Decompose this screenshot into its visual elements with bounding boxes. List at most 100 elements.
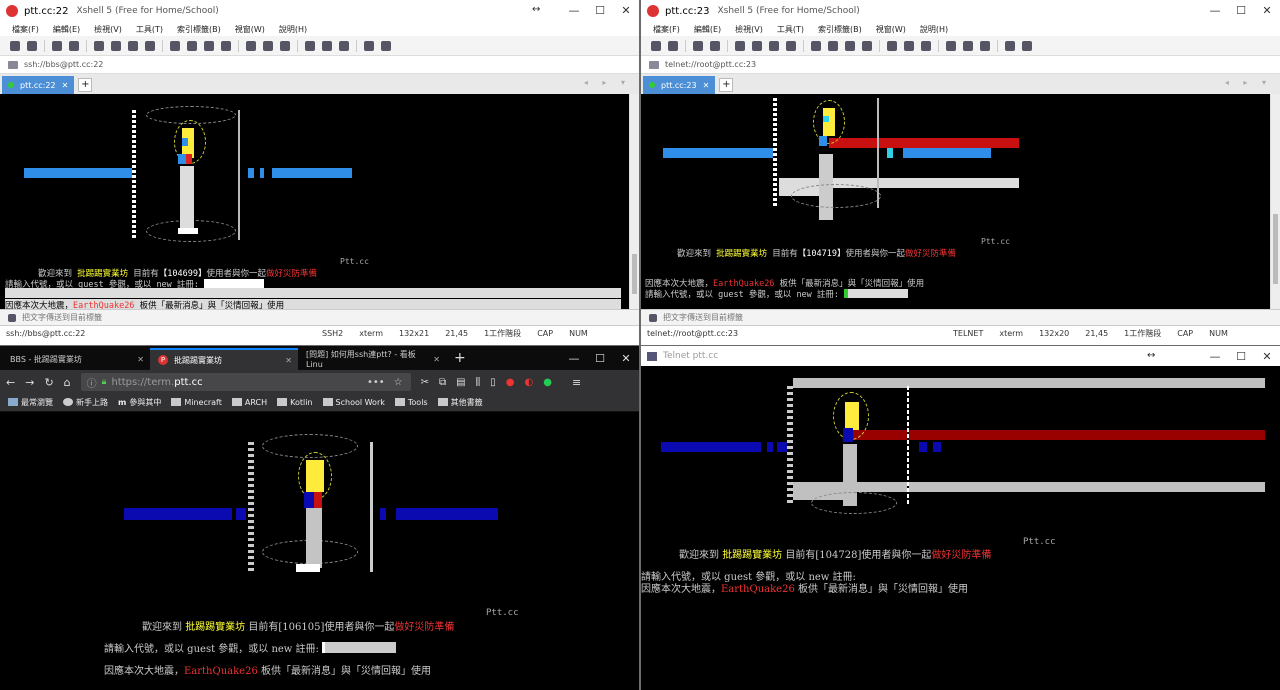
page-actions-icon[interactable]: ••• xyxy=(367,377,385,388)
menu-window[interactable]: 視窗(W) xyxy=(235,24,265,35)
minimize-button[interactable]: — xyxy=(561,348,587,370)
url-bar[interactable]: ⓘ 🔒︎ https://term.ptt.cc ••• ☆ xyxy=(80,373,411,391)
bookmark-item[interactable]: 新手上路 xyxy=(63,397,108,408)
tab-close-icon[interactable]: ✕ xyxy=(137,355,144,364)
bookmark-item[interactable]: m 參與其中 xyxy=(118,397,161,408)
tab-session[interactable]: ptt.cc:22 ✕ xyxy=(2,76,75,94)
compose-input[interactable]: 把文字傳送到目前標籤 xyxy=(22,312,102,323)
compose-input[interactable]: 把文字傳送到目前標籤 xyxy=(663,312,743,323)
menu-edit[interactable]: 編輯(E) xyxy=(53,24,80,35)
close-button[interactable]: ✕ xyxy=(613,348,639,370)
bookmark-folder[interactable]: Minecraft xyxy=(171,398,222,407)
terminal[interactable]: 歡迎來到 批踢踢實業坊 目前有【104699】使用者與你一起做好災防準備 Ptt… xyxy=(0,94,639,309)
new-tab-button[interactable]: + xyxy=(454,350,466,366)
login-input-field[interactable] xyxy=(5,288,621,298)
tab-close-icon[interactable]: ✕ xyxy=(62,81,69,90)
open-folder-icon[interactable] xyxy=(668,40,678,51)
compose-menu-icon[interactable] xyxy=(8,313,16,322)
tab-close-icon[interactable]: ✕ xyxy=(433,355,440,364)
info-icon[interactable]: ⓘ xyxy=(87,375,97,390)
browser-tab[interactable]: [問題] 如何用ssh連ptt? - 看板 Linu ✕ xyxy=(298,348,446,370)
console-terminal[interactable]: 歡迎來到 批踢踢實業坊 目前有[104728]使用者與你一起做好災防準備 Ptt… xyxy=(641,366,1280,690)
add-tab-button[interactable]: + xyxy=(78,78,93,92)
maximize-button[interactable]: ☐ xyxy=(1228,0,1254,22)
script-icon[interactable] xyxy=(322,40,332,51)
terminal-scrollbar[interactable] xyxy=(1270,94,1280,309)
menu-file[interactable]: 檔案(F) xyxy=(12,24,39,35)
menu-help[interactable]: 說明(H) xyxy=(279,24,307,35)
menu-tabs[interactable]: 索引標籤(B) xyxy=(177,24,221,35)
grammarly-icon[interactable]: ● xyxy=(543,377,552,388)
menu-tabs[interactable]: 索引標籤(B) xyxy=(818,24,862,35)
tab-scroll-arrows-icon[interactable]: ◂ ▸ ▾ xyxy=(584,78,631,87)
minimize-button[interactable]: — xyxy=(561,0,587,22)
web-terminal[interactable]: 歡迎來到 批踢踢實業坊 目前有[106105]使用者與你一起做好災防準備 Ptt… xyxy=(0,412,639,690)
connect-icon[interactable] xyxy=(693,40,703,51)
new-session-icon[interactable] xyxy=(651,40,661,51)
extension-icon[interactable]: ● xyxy=(506,377,515,388)
compose-menu-icon[interactable] xyxy=(649,313,657,322)
compose-icon[interactable] xyxy=(339,40,349,51)
add-tab-button[interactable]: + xyxy=(719,78,734,92)
menu-tools[interactable]: 工具(T) xyxy=(777,24,804,35)
paste-icon[interactable]: ▤ xyxy=(456,377,465,388)
find-icon[interactable] xyxy=(145,40,155,51)
xftp-icon[interactable] xyxy=(246,40,256,51)
properties-icon[interactable] xyxy=(710,40,720,51)
reload-icon[interactable]: ↻ xyxy=(44,376,53,389)
terminal[interactable]: 歡迎來到 批踢踢實業坊 目前有【104719】使用者與你一起做好災防準備 Ptt… xyxy=(641,94,1280,309)
font-icon[interactable] xyxy=(862,40,872,51)
bookmark-item[interactable]: 最常瀏覽 xyxy=(8,397,53,408)
tab-session[interactable]: ptt.cc:23 ✕ xyxy=(643,76,716,94)
lock-icon[interactable] xyxy=(921,40,931,51)
bookmark-star-icon[interactable]: ☆ xyxy=(394,377,403,388)
maximize-button[interactable]: ☐ xyxy=(587,348,613,370)
copy-icon[interactable] xyxy=(752,40,762,51)
options-icon[interactable] xyxy=(381,40,391,51)
menu-view[interactable]: 檢視(V) xyxy=(735,24,763,35)
print-icon[interactable] xyxy=(811,40,821,51)
menu-window[interactable]: 視窗(W) xyxy=(876,24,906,35)
menu-edit[interactable]: 編輯(E) xyxy=(694,24,721,35)
bookmark-folder[interactable]: Tools xyxy=(394,398,428,407)
forward-icon[interactable]: → xyxy=(25,376,34,389)
menu-tools[interactable]: 工具(T) xyxy=(136,24,163,35)
bookmark-folder[interactable]: Kotlin xyxy=(277,398,313,407)
minimize-button[interactable]: — xyxy=(1202,0,1228,22)
globe-icon[interactable] xyxy=(845,40,855,51)
globe-icon[interactable] xyxy=(204,40,214,51)
reconnect-icon[interactable] xyxy=(735,40,745,51)
minimize-button[interactable]: — xyxy=(1202,346,1228,368)
tab-scroll-arrows-icon[interactable]: ◂ ▸ ▾ xyxy=(1225,78,1272,87)
font-icon[interactable] xyxy=(221,40,231,51)
menu-file[interactable]: 檔案(F) xyxy=(653,24,680,35)
menu-help[interactable]: 說明(H) xyxy=(920,24,948,35)
bookmark-folder[interactable]: School Work xyxy=(322,398,385,407)
xftp-icon[interactable] xyxy=(887,40,897,51)
menu-icon[interactable]: ≡ xyxy=(572,376,581,389)
options-icon[interactable] xyxy=(1022,40,1032,51)
maximize-button[interactable]: ☐ xyxy=(587,0,613,22)
close-button[interactable]: ✕ xyxy=(1254,0,1280,22)
copy-icon[interactable]: ⧉ xyxy=(439,377,446,388)
fullscreen-icon[interactable] xyxy=(904,40,914,51)
new-session-icon[interactable] xyxy=(10,40,20,51)
compose-icon[interactable] xyxy=(980,40,990,51)
close-button[interactable]: ✕ xyxy=(1254,346,1280,368)
fullscreen-icon[interactable] xyxy=(263,40,273,51)
color-icon[interactable] xyxy=(828,40,838,51)
paste-icon[interactable] xyxy=(128,40,138,51)
browser-tab-active[interactable]: P 批踢踢實業坊 ✕ xyxy=(150,348,298,370)
keyboard-icon[interactable] xyxy=(305,40,315,51)
keyboard-icon[interactable] xyxy=(946,40,956,51)
home-icon[interactable]: ⌂ xyxy=(64,376,71,389)
bookmark-folder[interactable]: 其他書籤 xyxy=(437,397,483,408)
lock-icon[interactable] xyxy=(280,40,290,51)
back-icon[interactable]: ← xyxy=(6,376,15,389)
address-text[interactable]: telnet://root@ptt.cc:23 xyxy=(665,60,756,69)
menu-view[interactable]: 檢視(V) xyxy=(94,24,122,35)
open-folder-icon[interactable] xyxy=(27,40,37,51)
paste-icon[interactable] xyxy=(769,40,779,51)
address-text[interactable]: ssh://bbs@ptt.cc:22 xyxy=(24,60,103,69)
copy-icon[interactable] xyxy=(111,40,121,51)
